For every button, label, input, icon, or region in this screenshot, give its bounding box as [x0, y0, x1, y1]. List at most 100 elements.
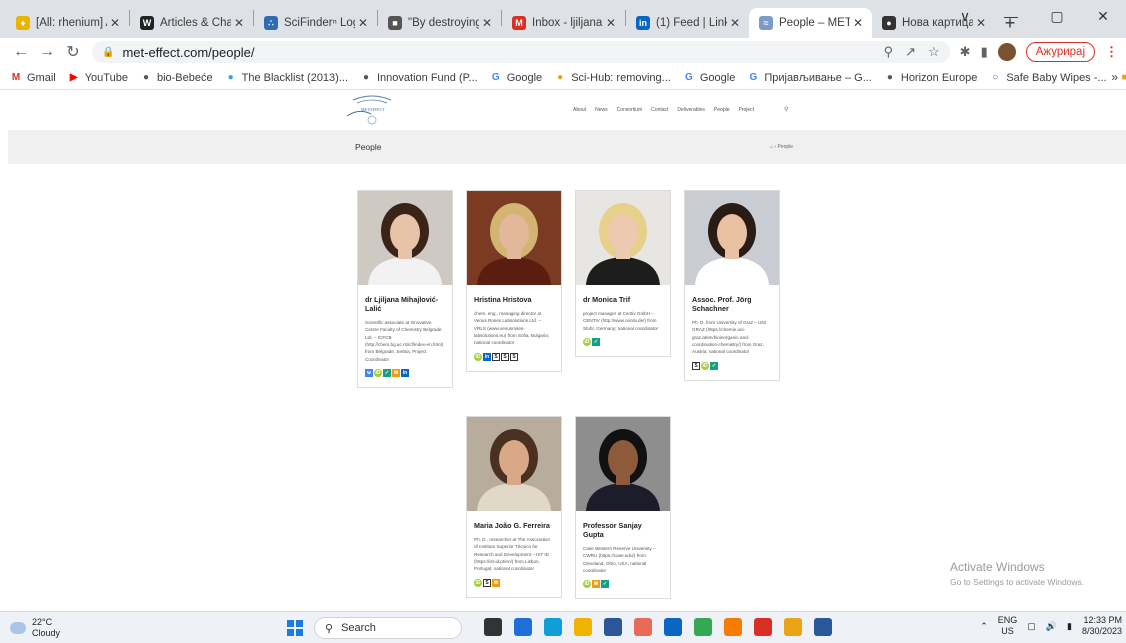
update-button[interactable]: Ажурирај	[1025, 42, 1095, 62]
site-search-icon[interactable]: ⚲	[784, 106, 788, 113]
bookmark-item[interactable]: ▶ YouTube	[68, 72, 128, 84]
social-link-icon[interactable]: iD	[583, 580, 591, 589]
social-link-icon[interactable]: in	[483, 352, 491, 361]
bookmark-label: YouTube	[84, 71, 128, 84]
tab-favicon-icon: W	[140, 16, 154, 30]
taskbar-app-icon[interactable]	[544, 618, 562, 636]
zoom-icon[interactable]: ⚲	[884, 44, 894, 60]
taskbar-app-icon[interactable]	[694, 618, 712, 636]
taskbar-search[interactable]: ⚲ Search	[314, 617, 462, 639]
address-bar[interactable]: 🔒 met-effect.com/people/ ⚲ ↗ ☆	[92, 41, 950, 63]
bookmark-item[interactable]: ● Horizon Europe	[884, 72, 977, 84]
back-arrow-icon[interactable]: ←	[8, 43, 34, 61]
taskbar-app-icon[interactable]	[664, 618, 682, 636]
social-link-icon[interactable]: ✓	[601, 580, 609, 589]
social-link-icon[interactable]: S	[510, 352, 518, 361]
taskbar-app-icon[interactable]	[484, 618, 502, 636]
taskbar-app-icon[interactable]	[724, 618, 742, 636]
nav-link[interactable]: People	[714, 107, 730, 113]
browser-tab[interactable]: ■ "By destroying an✕	[378, 8, 501, 38]
bookmark-item[interactable]: ○ Safe Baby Wipes -...	[989, 72, 1106, 84]
social-link-icon[interactable]: S	[692, 361, 700, 370]
social-link-icon[interactable]: ѡ	[365, 369, 373, 378]
menu-kebab-icon[interactable]: ⋮	[1105, 44, 1118, 60]
tab-close-icon[interactable]: ✕	[850, 16, 866, 30]
volume-icon[interactable]: 🔊	[1046, 621, 1057, 632]
browser-tab[interactable]: W Articles & Chapte✕	[130, 8, 253, 38]
profile-avatar[interactable]	[997, 43, 1016, 61]
bookmark-item[interactable]: ● Sci-Hub: removing...	[554, 72, 671, 84]
tab-close-icon[interactable]: ✕	[355, 16, 371, 30]
social-link-icon[interactable]: in	[401, 369, 409, 378]
taskbar-app-icon[interactable]	[514, 618, 532, 636]
extensions-puzzle-icon[interactable]: ✱	[960, 44, 971, 60]
side-panel-icon[interactable]: ▮	[981, 44, 988, 60]
social-link-icon[interactable]: iD	[374, 369, 382, 378]
browser-tab[interactable]: in (1) Feed | LinkedI✕	[626, 8, 749, 38]
bookmark-item[interactable]: ● bio-Bebeće	[140, 72, 213, 84]
tab-title: People – MET-EFF	[779, 17, 850, 29]
language-indicator[interactable]: ENG US	[998, 615, 1018, 638]
start-windows-icon[interactable]	[287, 620, 303, 636]
maximize-icon[interactable]: ▢	[1034, 0, 1080, 32]
social-link-icon[interactable]: iD	[474, 578, 482, 587]
taskbar-app-icon[interactable]	[634, 618, 652, 636]
bookmark-item[interactable]: ● Innovation Fund (P...	[360, 72, 478, 84]
browser-tab[interactable]: ♦ [All: rhenium] AN✕	[6, 8, 129, 38]
nav-link[interactable]: Consortium	[617, 107, 643, 113]
bookmark-item[interactable]: G Google	[683, 72, 735, 84]
forward-arrow-icon[interactable]: →	[34, 43, 60, 61]
weather-widget[interactable]: 22°C Cloudy	[10, 617, 60, 639]
taskbar-app-icon[interactable]	[814, 618, 832, 636]
tab-close-icon[interactable]: ✕	[231, 16, 247, 30]
browser-tab[interactable]: ≈ People – MET-EFF✕	[749, 8, 872, 38]
social-link-icon[interactable]: ✉	[392, 369, 400, 378]
taskbar-app-icon[interactable]	[754, 618, 772, 636]
nav-link[interactable]: Deliverables	[677, 107, 705, 113]
battery-icon[interactable]: ▮	[1067, 621, 1072, 632]
social-link-icon[interactable]: iD	[583, 338, 591, 347]
nav-link[interactable]: About	[573, 107, 586, 113]
tray-chevron-up-icon[interactable]: ⌃	[980, 621, 988, 632]
reload-icon[interactable]: ↻	[60, 42, 86, 62]
social-link-icon[interactable]: S	[492, 352, 500, 361]
social-link-icon[interactable]: iD	[701, 361, 709, 370]
social-link-icon[interactable]: iD	[474, 352, 482, 361]
social-link-icon[interactable]: ✓	[592, 338, 600, 347]
minimize-icon[interactable]: —	[988, 0, 1034, 32]
site-logo[interactable]: MET-EFFECT	[345, 94, 399, 126]
clock[interactable]: 12:33 PM 8/30/2023	[1082, 615, 1122, 638]
person-description: chem. eng., managing director at Venus R…	[474, 311, 550, 346]
bookmarks-bar: M Gmail ▶ YouTube ● bio-Bebeće ● The Blacklist …	[0, 66, 1126, 90]
nav-link[interactable]: News	[595, 107, 608, 113]
share-icon[interactable]: ↗	[905, 44, 916, 60]
taskbar-app-icon[interactable]	[784, 618, 802, 636]
bookmark-item[interactable]: ● The Blacklist (2013)...	[225, 72, 348, 84]
tab-close-icon[interactable]: ✕	[727, 16, 743, 30]
tab-close-icon[interactable]: ✕	[603, 16, 619, 30]
nav-link[interactable]: Contact	[651, 107, 668, 113]
social-link-icon[interactable]: ✓	[383, 369, 391, 378]
taskbar-app-icon[interactable]	[604, 618, 622, 636]
social-link-icon[interactable]: ✓	[710, 361, 718, 370]
bookmark-favicon-icon: ●	[227, 72, 234, 83]
close-icon[interactable]: ✕	[1080, 0, 1126, 32]
social-link-icon[interactable]: ✉	[592, 580, 600, 589]
network-icon[interactable]: ▢	[1027, 621, 1036, 632]
bookmarks-overflow-icon[interactable]: »	[1111, 70, 1118, 84]
bookmark-star-icon[interactable]: ☆	[928, 44, 940, 60]
tab-search-chevron-down-icon[interactable]: ∨	[942, 0, 988, 32]
tab-close-icon[interactable]: ✕	[107, 16, 123, 30]
taskbar-app-icon[interactable]	[574, 618, 592, 636]
social-link-icon[interactable]: S	[483, 578, 491, 587]
bookmark-item[interactable]: G Пријављивање – G...	[747, 72, 871, 84]
tab-close-icon[interactable]: ✕	[479, 16, 495, 30]
browser-tab[interactable]: ∴ SciFinderⁿ Login✕	[254, 8, 377, 38]
browser-tab[interactable]: M Inbox - ljiljanamil✕	[502, 8, 625, 38]
bookmark-item[interactable]: G Google	[490, 72, 542, 84]
social-link-icon[interactable]: ✉	[492, 578, 500, 587]
bookmark-item[interactable]: ■English ⇔ German -...	[1119, 72, 1126, 84]
nav-link[interactable]: Project	[739, 107, 755, 113]
social-link-icon[interactable]: S	[501, 352, 509, 361]
bookmark-item[interactable]: M Gmail	[10, 72, 56, 84]
